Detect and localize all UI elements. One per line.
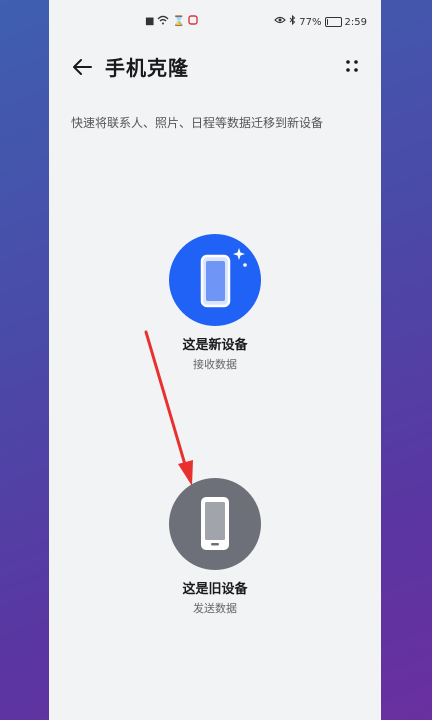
bluetooth-icon: [289, 14, 296, 29]
status-bar: ■ ⌛ 77% 2:59: [49, 0, 381, 44]
phone-screen: ■ ⌛ 77% 2:59 手机克隆 快速将联系人、照片、日程等数据迁移到新设备 …: [49, 0, 381, 720]
old-device-sub: 发送数据: [193, 602, 237, 615]
notification-icon: [188, 15, 198, 29]
battery-percent: 77%: [299, 16, 322, 28]
alert-icon: ■: [145, 16, 155, 27]
new-device-sub: 接收数据: [193, 358, 237, 371]
wifi-icon: [157, 15, 169, 29]
status-icons-left: ■ ⌛: [145, 15, 198, 29]
new-phone-icon: [200, 248, 247, 308]
battery-icon: [324, 17, 342, 27]
old-device-circle[interactable]: [169, 478, 261, 570]
new-device-label: 这是新设备: [182, 338, 248, 353]
status-icons-right: 77% 2:59: [274, 14, 367, 29]
old-device-label: 这是旧设备: [182, 582, 248, 597]
page-description: 快速将联系人、照片、日程等数据迁移到新设备: [71, 116, 324, 130]
hourglass-icon: ⌛: [172, 16, 185, 27]
new-device-option[interactable]: 这是新设备 接收数据: [49, 234, 381, 372]
new-device-circle[interactable]: [169, 234, 261, 326]
old-device-option[interactable]: 这是旧设备 发送数据: [49, 478, 381, 616]
more-options-icon[interactable]: [339, 54, 365, 80]
back-arrow-icon[interactable]: [69, 54, 95, 80]
eye-icon: [274, 16, 287, 28]
header: 手机克隆: [49, 44, 381, 90]
page-title: 手机克隆: [105, 56, 189, 80]
status-time: 2:59: [344, 16, 367, 28]
old-phone-icon: [201, 497, 229, 550]
